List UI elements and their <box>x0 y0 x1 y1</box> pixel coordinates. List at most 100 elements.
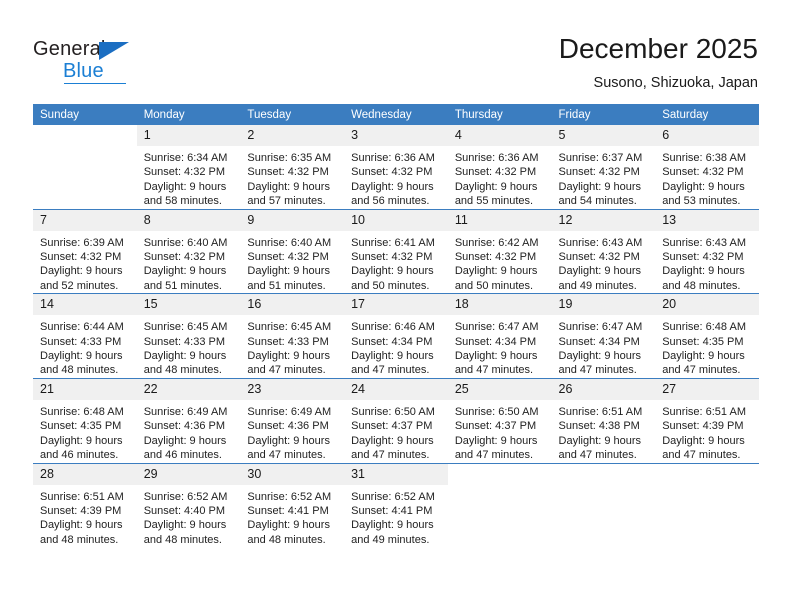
day-cell[interactable]: 12 Sunrise: 6:43 AM Sunset: 4:32 PM Dayligh… <box>551 209 656 295</box>
sunset-text: Sunset: 4:34 PM <box>351 335 433 348</box>
daylight-text-line1: Daylight: 9 hours <box>143 180 227 193</box>
day-details: Sunrise: 6:51 AM Sunset: 4:38 PM Daylight:… <box>552 400 656 463</box>
day-number: 17 <box>344 294 448 316</box>
page-header: General Blue December 2025 Susono, Shizu… <box>0 0 792 104</box>
day-cell[interactable]: 8 Sunrise: 6:40 AM Sunset: 4:32 PM Daylight… <box>136 209 241 295</box>
day-cell[interactable]: 15 Sunrise: 6:45 AM Sunset: 4:33 PM Dayligh… <box>136 293 241 379</box>
daylight-text-line2: and 50 minutes. <box>351 279 430 292</box>
day-cell[interactable]: 16 Sunrise: 6:45 AM Sunset: 4:33 PM Dayligh… <box>240 293 345 379</box>
day-number: 7 <box>33 209 137 231</box>
daylight-text-line1: Daylight: 9 hours <box>40 519 123 532</box>
day-cell-empty <box>33 125 137 210</box>
daylight-text-line2: and 46 minutes. <box>40 449 119 462</box>
day-cell[interactable]: 4 Sunrise: 6:36 AM Sunset: 4:32 PM Daylight… <box>447 125 552 210</box>
sunrise-text: Sunrise: 6:41 AM <box>351 236 435 249</box>
daylight-text-line1: Daylight: 9 hours <box>40 434 123 447</box>
day-cell[interactable]: 23 Sunrise: 6:49 AM Sunset: 4:36 PM Dayligh… <box>240 378 345 464</box>
day-details: Sunrise: 6:52 AM Sunset: 4:41 PM Daylight:… <box>240 485 344 548</box>
daylight-text-line2: and 57 minutes. <box>247 195 326 208</box>
page-subtitle: Susono, Shizuoka, Japan <box>593 75 758 91</box>
sunrise-text: Sunrise: 6:49 AM <box>247 405 332 418</box>
sunrise-text: Sunrise: 6:36 AM <box>351 152 435 164</box>
day-cell[interactable]: 22 Sunrise: 6:49 AM Sunset: 4:36 PM Dayligh… <box>136 378 241 464</box>
weekday-header-monday: Monday <box>136 104 241 125</box>
weekday-header-tuesday: Tuesday <box>240 104 345 125</box>
weekday-header-friday: Friday <box>551 104 656 125</box>
sunset-text: Sunset: 4:32 PM <box>662 251 744 264</box>
daylight-text-line1: Daylight: 9 hours <box>454 265 538 278</box>
daylight-text-line2: and 47 minutes. <box>247 364 326 377</box>
sunset-text: Sunset: 4:33 PM <box>40 335 122 348</box>
sunset-text: Sunset: 4:32 PM <box>143 251 226 264</box>
day-cell[interactable]: 13 Sunrise: 6:43 AM Sunset: 4:32 PM Dayligh… <box>655 209 759 295</box>
day-cell[interactable]: 26 Sunrise: 6:51 AM Sunset: 4:38 PM Dayligh… <box>551 378 656 464</box>
day-cell[interactable]: 30 Sunrise: 6:52 AM Sunset: 4:41 PM Dayligh… <box>240 463 345 548</box>
day-cell[interactable]: 6 Sunrise: 6:38 AM Sunset: 4:32 PM Daylight… <box>655 125 759 210</box>
day-cell[interactable]: 2 Sunrise: 6:35 AM Sunset: 4:32 PM Daylight… <box>240 125 345 210</box>
day-cell[interactable]: 1 Sunrise: 6:34 AM Sunset: 4:32 PM Daylight… <box>136 125 241 210</box>
sunset-text: Sunset: 4:32 PM <box>351 166 433 179</box>
day-cell[interactable]: 20 Sunrise: 6:48 AM Sunset: 4:35 PM Dayligh… <box>655 293 759 379</box>
day-cell-empty <box>655 463 759 548</box>
daylight-text-line1: Daylight: 9 hours <box>143 434 227 447</box>
daylight-text-line2: and 48 minutes. <box>40 533 119 546</box>
day-number: 24 <box>344 378 448 400</box>
daylight-text-line2: and 47 minutes. <box>247 449 326 462</box>
day-cell[interactable]: 21 Sunrise: 6:48 AM Sunset: 4:35 PM Dayligh… <box>33 378 137 464</box>
sunset-text: Sunset: 4:38 PM <box>558 420 640 433</box>
day-cell[interactable]: 19 Sunrise: 6:47 AM Sunset: 4:34 PM Dayligh… <box>551 293 656 379</box>
sunrise-text: Sunrise: 6:47 AM <box>558 321 643 334</box>
day-cell-empty <box>551 463 656 548</box>
day-cell[interactable]: 28 Sunrise: 6:51 AM Sunset: 4:39 PM Dayligh… <box>33 463 137 548</box>
day-cell[interactable]: 17 Sunrise: 6:46 AM Sunset: 4:34 PM Dayligh… <box>344 293 448 379</box>
day-cell[interactable]: 14 Sunrise: 6:44 AM Sunset: 4:33 PM Dayligh… <box>33 293 137 379</box>
sunrise-text: Sunrise: 6:37 AM <box>558 152 643 164</box>
day-details: Sunrise: 6:50 AM Sunset: 4:37 PM Daylight:… <box>344 400 448 463</box>
sunrise-text: Sunrise: 6:43 AM <box>558 236 643 249</box>
day-cell[interactable]: 25 Sunrise: 6:50 AM Sunset: 4:37 PM Dayligh… <box>447 378 552 464</box>
sunset-text: Sunset: 4:33 PM <box>247 335 329 348</box>
sunset-text: Sunset: 4:35 PM <box>662 335 744 348</box>
daylight-text-line2: and 47 minutes. <box>351 449 430 462</box>
day-details: Sunrise: 6:34 AM Sunset: 4:32 PM Daylight:… <box>137 146 241 209</box>
sunrise-text: Sunrise: 6:50 AM <box>351 405 435 418</box>
day-number <box>655 463 759 485</box>
day-cell[interactable]: 9 Sunrise: 6:40 AM Sunset: 4:32 PM Daylight… <box>240 209 345 295</box>
day-cell[interactable]: 29 Sunrise: 6:52 AM Sunset: 4:40 PM Dayligh… <box>136 463 241 548</box>
sunrise-text: Sunrise: 6:51 AM <box>662 405 746 418</box>
daylight-text-line2: and 48 minutes. <box>662 279 741 292</box>
sunrise-text: Sunrise: 6:39 AM <box>40 236 124 249</box>
day-cell[interactable]: 27 Sunrise: 6:51 AM Sunset: 4:39 PM Dayligh… <box>655 378 759 464</box>
day-cell[interactable]: 24 Sunrise: 6:50 AM Sunset: 4:37 PM Dayligh… <box>344 378 448 464</box>
sunrise-text: Sunrise: 6:44 AM <box>40 321 124 334</box>
day-cell[interactable]: 3 Sunrise: 6:36 AM Sunset: 4:32 PM Daylight… <box>344 125 448 210</box>
day-details: Sunrise: 6:50 AM Sunset: 4:37 PM Daylight:… <box>448 400 552 463</box>
day-number: 14 <box>33 294 137 316</box>
day-cell[interactable]: 7 Sunrise: 6:39 AM Sunset: 4:32 PM Daylight… <box>33 209 137 295</box>
weekday-header-wednesday: Wednesday <box>344 104 448 125</box>
calendar-week-row: 14 Sunrise: 6:44 AM Sunset: 4:33 PM Dayligh… <box>33 293 759 379</box>
daylight-text-line1: Daylight: 9 hours <box>247 434 330 447</box>
daylight-text-line2: and 50 minutes. <box>454 279 534 292</box>
day-cell[interactable]: 5 Sunrise: 6:37 AM Sunset: 4:32 PM Daylight… <box>551 125 656 210</box>
day-number: 4 <box>447 125 552 146</box>
sunset-text: Sunset: 4:32 PM <box>143 166 226 179</box>
sunrise-text: Sunrise: 6:36 AM <box>454 152 539 164</box>
daylight-text-line2: and 48 minutes. <box>247 533 326 546</box>
day-cell[interactable]: 11 Sunrise: 6:42 AM Sunset: 4:32 PM Dayligh… <box>447 209 552 295</box>
sunrise-text: Sunrise: 6:40 AM <box>143 236 228 249</box>
day-number: 5 <box>551 125 656 146</box>
day-cell[interactable]: 10 Sunrise: 6:41 AM Sunset: 4:32 PM Dayligh… <box>344 209 448 295</box>
day-details: Sunrise: 6:49 AM Sunset: 4:36 PM Daylight:… <box>240 400 344 463</box>
weekday-header-sunday: Sunday <box>33 104 137 125</box>
day-number: 2 <box>240 125 345 146</box>
daylight-text-line2: and 47 minutes. <box>662 364 741 377</box>
sunrise-text: Sunrise: 6:42 AM <box>454 236 539 249</box>
sunset-text: Sunset: 4:32 PM <box>247 251 329 264</box>
day-cell[interactable]: 31 Sunrise: 6:52 AM Sunset: 4:41 PM Dayligh… <box>344 463 448 548</box>
day-number: 27 <box>655 378 759 400</box>
sunset-text: Sunset: 4:37 PM <box>351 420 433 433</box>
day-details: Sunrise: 6:38 AM Sunset: 4:32 PM Daylight:… <box>655 146 759 209</box>
day-cell[interactable]: 18 Sunrise: 6:47 AM Sunset: 4:34 PM Dayligh… <box>447 293 552 379</box>
day-number: 31 <box>344 463 448 485</box>
